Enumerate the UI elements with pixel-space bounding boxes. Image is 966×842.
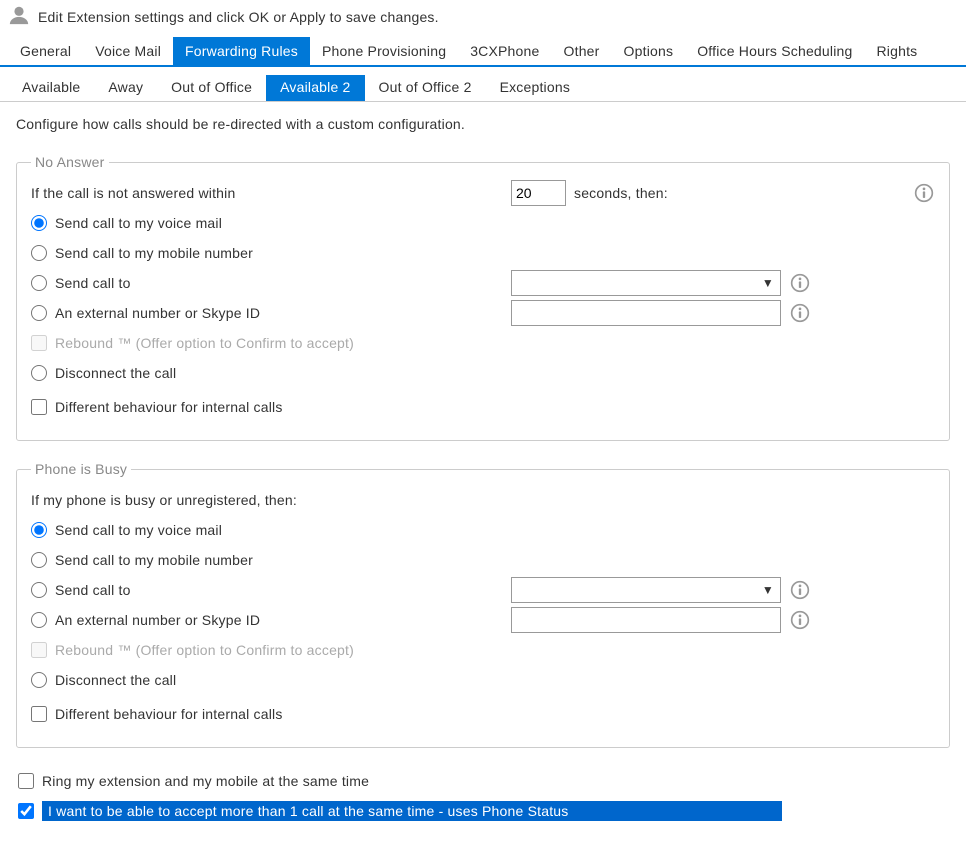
sub-tab-exceptions[interactable]: Exceptions: [486, 75, 584, 101]
na-sendto-label[interactable]: Send call to: [55, 275, 131, 291]
bottom-options: Ring my extension and my mobile at the s…: [16, 768, 950, 824]
na-rebound-checkbox: [31, 335, 47, 351]
sub-tab-away[interactable]: Away: [94, 75, 157, 101]
no-answer-seconds-input[interactable]: [511, 180, 566, 206]
bz-diff-internal-checkbox[interactable]: [31, 706, 47, 722]
chevron-down-icon: ▼: [762, 583, 774, 597]
na-radio-external[interactable]: [31, 305, 47, 321]
no-answer-legend: No Answer: [31, 154, 109, 170]
config-description: Configure how calls should be re-directe…: [16, 116, 950, 132]
na-sendto-select[interactable]: ▼: [511, 270, 781, 296]
bz-radio-external[interactable]: [31, 612, 47, 628]
na-radio-voicemail[interactable]: [31, 215, 47, 231]
na-diff-internal-label[interactable]: Different behaviour for internal calls: [55, 399, 283, 415]
sub-tab-bar: AvailableAwayOut of OfficeAvailable 2Out…: [0, 67, 966, 102]
main-tab-office-hours-scheduling[interactable]: Office Hours Scheduling: [685, 37, 864, 65]
bz-sendto-select[interactable]: ▼: [511, 577, 781, 603]
na-external-label[interactable]: An external number or Skype ID: [55, 305, 260, 321]
main-tab-other[interactable]: Other: [552, 37, 612, 65]
bz-diff-internal-label[interactable]: Different behaviour for internal calls: [55, 706, 283, 722]
info-icon[interactable]: [789, 302, 811, 324]
bz-sendto-label[interactable]: Send call to: [55, 582, 131, 598]
main-tab-3cxphone[interactable]: 3CXPhone: [458, 37, 551, 65]
bz-rebound-label: Rebound ™ (Offer option to Confirm to ac…: [55, 642, 354, 658]
busy-legend: Phone is Busy: [31, 461, 131, 477]
sub-tab-available-2[interactable]: Available 2: [266, 75, 364, 101]
seconds-label: seconds, then:: [574, 185, 668, 201]
info-icon[interactable]: [789, 579, 811, 601]
no-answer-group: No Answer If the call is not answered wi…: [16, 154, 950, 441]
bz-rebound-checkbox: [31, 642, 47, 658]
na-diff-internal-checkbox[interactable]: [31, 399, 47, 415]
no-answer-prompt: If the call is not answered within: [31, 185, 235, 201]
main-tab-rights[interactable]: Rights: [865, 37, 930, 65]
main-tab-phone-provisioning[interactable]: Phone Provisioning: [310, 37, 458, 65]
main-tab-forwarding-rules[interactable]: Forwarding Rules: [173, 37, 310, 65]
user-icon: [8, 4, 30, 29]
na-disconnect-label[interactable]: Disconnect the call: [55, 365, 176, 381]
bz-radio-sendto[interactable]: [31, 582, 47, 598]
na-external-input[interactable]: [511, 300, 781, 326]
bz-voicemail-label[interactable]: Send call to my voice mail: [55, 522, 222, 538]
main-tab-general[interactable]: General: [8, 37, 83, 65]
bz-mobile-label[interactable]: Send call to my mobile number: [55, 552, 253, 568]
sub-tab-out-of-office[interactable]: Out of Office: [157, 75, 266, 101]
sub-tab-out-of-office-2[interactable]: Out of Office 2: [365, 75, 486, 101]
page-header: Edit Extension settings and click OK or …: [0, 0, 966, 37]
multi-call-checkbox[interactable]: [18, 803, 34, 819]
bz-external-input[interactable]: [511, 607, 781, 633]
busy-prompt: If my phone is busy or unregistered, the…: [31, 492, 297, 508]
multi-call-label[interactable]: I want to be able to accept more than 1 …: [42, 801, 782, 821]
na-mobile-label[interactable]: Send call to my mobile number: [55, 245, 253, 261]
bz-radio-mobile[interactable]: [31, 552, 47, 568]
na-radio-mobile[interactable]: [31, 245, 47, 261]
bz-radio-disconnect[interactable]: [31, 672, 47, 688]
chevron-down-icon: ▼: [762, 276, 774, 290]
header-instruction: Edit Extension settings and click OK or …: [38, 9, 439, 25]
main-tab-options[interactable]: Options: [612, 37, 686, 65]
ring-both-label[interactable]: Ring my extension and my mobile at the s…: [42, 773, 369, 789]
info-icon[interactable]: [913, 182, 935, 204]
sub-tab-available[interactable]: Available: [8, 75, 94, 101]
main-tab-bar: GeneralVoice MailForwarding RulesPhone P…: [0, 37, 966, 67]
na-radio-sendto[interactable]: [31, 275, 47, 291]
info-icon[interactable]: [789, 609, 811, 631]
main-tab-voice-mail[interactable]: Voice Mail: [83, 37, 173, 65]
busy-group: Phone is Busy If my phone is busy or unr…: [16, 461, 950, 748]
ring-both-checkbox[interactable]: [18, 773, 34, 789]
bz-external-label[interactable]: An external number or Skype ID: [55, 612, 260, 628]
info-icon[interactable]: [789, 272, 811, 294]
bz-disconnect-label[interactable]: Disconnect the call: [55, 672, 176, 688]
na-voicemail-label[interactable]: Send call to my voice mail: [55, 215, 222, 231]
na-rebound-label: Rebound ™ (Offer option to Confirm to ac…: [55, 335, 354, 351]
na-radio-disconnect[interactable]: [31, 365, 47, 381]
bz-radio-voicemail[interactable]: [31, 522, 47, 538]
